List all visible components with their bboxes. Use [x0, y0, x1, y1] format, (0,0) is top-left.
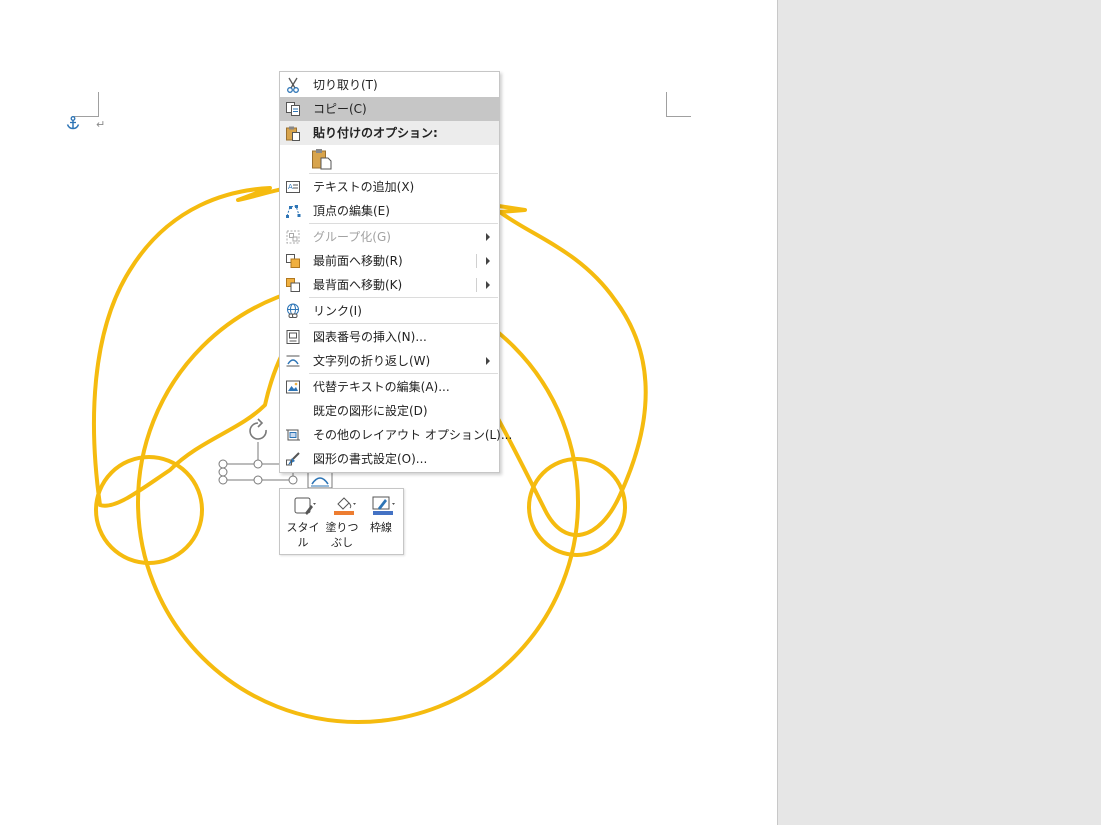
fill-button[interactable]: 塗りつ ぶし — [323, 489, 361, 554]
context-menu: 切り取り(T) コピー(C) 貼り付けのオプション: A テキストの追加(X) — [279, 71, 512, 473]
add-text-icon: A — [286, 181, 300, 193]
bring-to-front-icon — [286, 254, 300, 268]
group-icon — [286, 230, 300, 244]
submenu-arrow-icon — [486, 357, 490, 365]
menu-header-label: 貼り付けのオプション: — [313, 126, 438, 140]
link-icon — [287, 303, 299, 318]
menu-item-label: 既定の図形に設定(D) — [313, 404, 428, 418]
format-shape-icon — [286, 452, 300, 466]
submenu-arrow-icon[interactable] — [486, 281, 490, 289]
style-button[interactable]: スタイル — [284, 489, 322, 554]
menu-item-label: 文字列の折り返し(W) — [313, 354, 431, 368]
submenu-arrow-icon[interactable] — [486, 257, 490, 265]
menu-item-label: リンク(I) — [313, 304, 362, 318]
menu-item-wrap-text[interactable]: 文字列の折り返し(W) — [280, 349, 499, 373]
menu-item-label: テキストの追加(X) — [313, 180, 415, 194]
menu-item-edit-points[interactable]: 頂点の編集(E) — [280, 199, 499, 223]
menu-separator — [309, 373, 498, 374]
paint-bucket-icon — [334, 497, 356, 515]
outline-button-label: 枠線 — [370, 521, 392, 534]
svg-text:A: A — [288, 183, 293, 191]
fill-button-label: 塗りつ ぶし — [325, 521, 359, 549]
menu-item-label: 図表番号の挿入(N)... — [313, 330, 427, 344]
menu-item-bring-to-front[interactable]: 最前面へ移動(R) — [280, 249, 499, 273]
paste-icon — [286, 126, 300, 141]
menu-item-label: コピー(C) — [313, 102, 367, 116]
menu-item-label: その他のレイアウト オプション(L)... — [313, 428, 513, 442]
menu-item-label: 切り取り(T) — [313, 78, 378, 92]
menu-item-label: 代替テキストの編集(A)... — [313, 380, 450, 394]
split-divider — [476, 278, 477, 292]
send-to-back-icon — [286, 278, 300, 292]
insert-caption-icon — [286, 330, 300, 344]
menu-item-send-to-back[interactable]: 最背面へ移動(K) — [280, 273, 499, 297]
menu-item-more-layout-options[interactable]: その他のレイアウト オプション(L)... — [280, 423, 512, 447]
scissors-icon — [287, 77, 299, 93]
outline-color-swatch — [373, 511, 393, 515]
menu-separator — [309, 297, 498, 298]
menu-item-label: 最前面へ移動(R) — [313, 254, 403, 268]
menu-item-group[interactable]: グループ化(G) — [280, 225, 499, 249]
menu-header-paste-options: 貼り付けのオプション: — [280, 121, 499, 145]
copy-icon — [286, 102, 300, 116]
left-earphone-circle — [94, 455, 204, 565]
menu-item-edit-alt-text[interactable]: 代替テキストの編集(A)... — [280, 375, 499, 399]
menu-separator — [309, 223, 498, 224]
submenu-arrow-icon — [486, 233, 490, 241]
menu-item-label: グループ化(G) — [313, 230, 391, 244]
menu-separator — [309, 323, 498, 324]
split-divider — [476, 254, 477, 268]
fill-color-swatch — [334, 511, 354, 515]
outline-button[interactable]: 枠線 — [362, 489, 400, 554]
menu-item-label: 最背面へ移動(K) — [313, 278, 403, 292]
menu-item-copy[interactable]: コピー(C) — [280, 97, 499, 121]
edit-points-icon — [286, 205, 301, 218]
alt-text-icon — [286, 380, 300, 394]
layout-options-icon — [286, 429, 300, 441]
style-button-label: スタイル — [286, 521, 320, 549]
menu-item-label: 図形の書式設定(O)... — [313, 452, 428, 466]
mini-toolbar: スタイル 塗りつ ぶし 枠線 — [279, 488, 404, 555]
wrap-text-icon — [286, 355, 300, 367]
paste-keep-source-icon[interactable] — [311, 148, 333, 170]
menu-item-link[interactable]: リンク(I) — [280, 299, 499, 323]
layout-options-button — [307, 471, 333, 489]
menu-item-set-default-shape[interactable]: 既定の図形に設定(D) — [280, 399, 499, 423]
shape-style-icon — [294, 497, 316, 515]
menu-item-add-text[interactable]: A テキストの追加(X) — [280, 175, 499, 199]
menu-separator — [309, 173, 498, 174]
menu-item-cut[interactable]: 切り取り(T) — [280, 73, 499, 97]
pen-outline-icon — [372, 496, 395, 515]
menu-item-label: 頂点の編集(E) — [313, 204, 390, 218]
page-edge — [777, 0, 778, 825]
menu-item-format-shape[interactable]: 図形の書式設定(O)... — [280, 447, 499, 471]
rotate-handle-icon — [249, 418, 267, 440]
menu-item-insert-caption[interactable]: 図表番号の挿入(N)... — [280, 325, 499, 349]
